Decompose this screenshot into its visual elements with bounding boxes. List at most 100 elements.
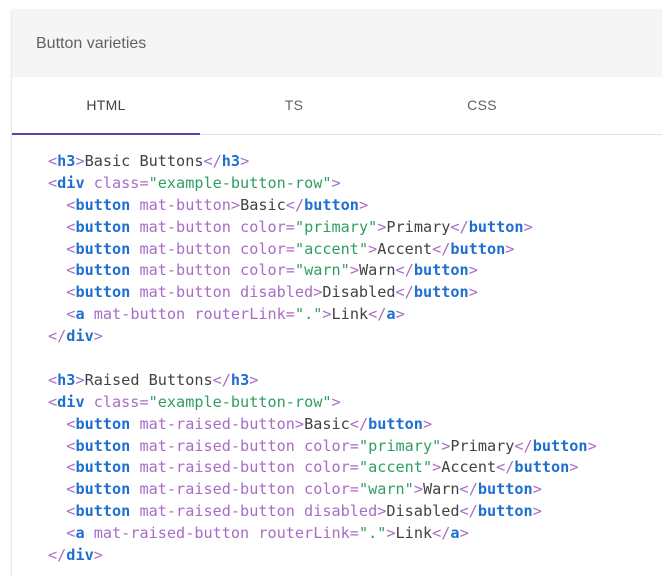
code-token: > — [532, 480, 542, 499]
code-token: button — [75, 283, 131, 302]
code-line: <button mat-button disabled>Disabled</bu… — [48, 282, 662, 304]
code-token: mat-button disabled — [130, 283, 314, 302]
code-line: <button mat-raised-button disabled>Disab… — [48, 501, 662, 523]
code-token: > — [368, 239, 378, 258]
code-token: button — [514, 458, 570, 477]
code-token: h3 — [230, 370, 250, 389]
code-token: </ — [203, 152, 222, 170]
code-token: </ — [212, 370, 231, 389]
code-token: > — [294, 414, 305, 433]
code-token: div — [66, 546, 94, 565]
code-token: "accent" — [358, 458, 433, 477]
tab-html[interactable]: HTML — [12, 77, 200, 133]
code-token: Primary — [386, 217, 451, 236]
code-token: < — [48, 370, 58, 389]
code-token: button — [368, 414, 423, 433]
code-line: <button mat-raised-button color="warn">W… — [48, 479, 662, 501]
code-token: a — [450, 524, 460, 543]
code-token: h3 — [57, 152, 76, 170]
code-token: > — [93, 546, 103, 565]
code-token: > — [313, 283, 323, 302]
code-token: Raised Buttons — [84, 370, 213, 389]
code-token: div — [57, 173, 85, 192]
code-token: > — [322, 305, 332, 324]
card-header: Button varieties — [12, 10, 662, 77]
code-token: button — [75, 502, 131, 521]
code-token: > — [422, 414, 433, 433]
code-line: </div> — [48, 545, 662, 567]
code-token: > — [413, 480, 423, 499]
code-line: <button mat-raised-button>Basic</button> — [48, 414, 662, 436]
code-token: </ — [395, 283, 414, 302]
code-token: Disabled — [322, 283, 396, 302]
code-token: > — [468, 261, 478, 280]
code-token: </ — [514, 436, 533, 455]
code-token: < — [48, 173, 58, 192]
code-token: < — [48, 392, 58, 411]
code-token: </ — [48, 546, 67, 565]
code-token: button — [75, 458, 131, 477]
code-token: mat-button color — [130, 217, 286, 236]
code-line: <h3>Basic Buttons</h3> — [48, 151, 662, 173]
code-token: "warn" — [294, 261, 350, 280]
code-token: Accent — [441, 458, 497, 477]
code-token: > — [432, 458, 442, 477]
tab-css[interactable]: CSS — [388, 77, 576, 133]
code-token: Basic — [304, 414, 350, 433]
code-token: div — [57, 392, 85, 411]
code-token: mat-raised-button color — [130, 480, 350, 499]
code-token: > — [377, 502, 387, 521]
code-token: "warn" — [358, 480, 414, 499]
code-token: > — [532, 502, 542, 521]
code-token: = — [349, 480, 359, 499]
code-token: </ — [285, 195, 305, 214]
code-token: mat-raised-button color — [130, 458, 350, 477]
code-token: > — [468, 283, 478, 302]
code-token: "example-button-row" — [148, 173, 332, 192]
code-token: mat-raised-button routerLink — [84, 524, 350, 543]
code-token: h3 — [221, 152, 241, 170]
code-token: > — [395, 305, 405, 324]
code-token: "primary" — [358, 436, 442, 455]
code-token: > — [569, 458, 579, 477]
code-token: = — [349, 458, 359, 477]
code-line: <button mat-button color="accent">Accent… — [48, 239, 662, 261]
code-token: Basic Buttons — [84, 152, 204, 170]
code-line: <button mat-raised-button color="accent"… — [48, 457, 662, 479]
code-token: </ — [459, 480, 478, 499]
code-token: button — [75, 195, 131, 214]
code-token: Link — [331, 305, 369, 324]
code-token: </ — [459, 502, 478, 521]
code-line: <h3>Raised Buttons</h3> — [48, 370, 662, 392]
code-token: button — [75, 436, 131, 455]
code-token: = — [349, 524, 359, 543]
code-token: </ — [432, 524, 451, 543]
code-token: > — [230, 195, 241, 214]
code-token: </ — [395, 261, 414, 280]
code-token: Warn — [358, 261, 396, 280]
card-title: Button varieties — [36, 34, 147, 52]
code-token: </ — [349, 414, 369, 433]
tab-html-label: HTML — [86, 97, 126, 113]
code-token: a — [386, 305, 396, 324]
code-token: class — [84, 392, 140, 411]
code-token: button — [477, 502, 533, 521]
code-token: > — [505, 239, 515, 258]
tab-ts[interactable]: TS — [200, 77, 388, 133]
code-token: button — [477, 480, 533, 499]
code-token: "example-button-row" — [148, 392, 332, 411]
code-line: <a mat-button routerLink=".">Link</a> — [48, 304, 662, 326]
code-token: > — [93, 327, 103, 346]
code-token: > — [587, 436, 597, 455]
code-token: button — [304, 195, 359, 214]
